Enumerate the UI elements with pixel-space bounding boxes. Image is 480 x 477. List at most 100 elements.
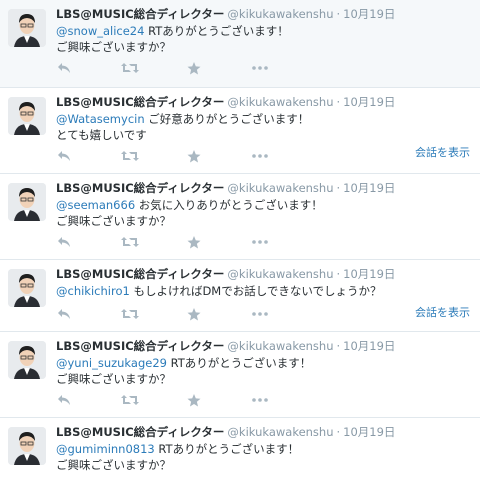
avatar[interactable] bbox=[8, 9, 46, 47]
retweet-icon bbox=[121, 395, 139, 405]
separator: · bbox=[336, 181, 341, 195]
tweet-text: @yuni_suzukage29 RTありがとうございます！ ご興味ございますか… bbox=[56, 356, 311, 387]
more-button[interactable] bbox=[251, 392, 269, 408]
favorite-button[interactable] bbox=[186, 60, 202, 76]
author-handle[interactable]: @kikukawakenshu bbox=[227, 267, 333, 281]
star-icon bbox=[187, 61, 201, 74]
reply-button[interactable] bbox=[56, 306, 72, 322]
reply-icon bbox=[58, 395, 70, 405]
tweet-text-line2: ご興味ございますか？ bbox=[56, 371, 171, 386]
more-icon bbox=[252, 66, 268, 70]
more-icon bbox=[252, 154, 268, 158]
show-conversation-link[interactable]: 会話を表示 bbox=[415, 304, 470, 320]
author-handle[interactable]: @kikukawakenshu bbox=[227, 425, 333, 439]
reply-icon bbox=[58, 63, 70, 73]
tweet-text-line2: とても嬉しいです bbox=[56, 127, 147, 142]
tweet-item[interactable]: LBS@MUSIC総合ディレクター @kikukawakenshu · 10月19日 … bbox=[0, 260, 480, 332]
tweet-item[interactable]: LBS@MUSIC総合ディレクター @kikukawakenshu · 10月19日 … bbox=[0, 174, 480, 260]
tweet-header: LBS@MUSIC総合ディレクター @kikukawakenshu · 10月19日 bbox=[56, 339, 395, 354]
author-name[interactable]: LBS@MUSIC総合ディレクター bbox=[56, 7, 224, 21]
mention-link[interactable]: @yuni_suzukage29 bbox=[56, 356, 167, 370]
tweet-header: LBS@MUSIC総合ディレクター @kikukawakenshu · 10月19日 bbox=[56, 7, 395, 22]
retweet-icon bbox=[121, 151, 139, 161]
avatar[interactable] bbox=[8, 183, 46, 221]
favorite-button[interactable] bbox=[186, 234, 202, 250]
retweet-button[interactable] bbox=[121, 306, 139, 322]
author-handle[interactable]: @kikukawakenshu bbox=[227, 7, 333, 21]
tweet-header: LBS@MUSIC総合ディレクター @kikukawakenshu · 10月19日 bbox=[56, 267, 395, 282]
more-button[interactable] bbox=[251, 306, 269, 322]
author-handle[interactable]: @kikukawakenshu bbox=[227, 95, 333, 109]
tweet-actions bbox=[56, 306, 276, 322]
tweet-text: @snow_alice24 RTありがとうございます！ ご興味ございますか？ bbox=[56, 24, 289, 55]
avatar[interactable] bbox=[8, 97, 46, 135]
separator: · bbox=[336, 7, 341, 21]
separator: · bbox=[336, 95, 341, 109]
show-conversation-link[interactable]: 会話を表示 bbox=[415, 144, 470, 160]
tweet-text: @gumiminn0813 RTありがとうございます！ ご興味ございますか？ bbox=[56, 442, 299, 473]
tweet-text-line1: RTありがとうございます！ bbox=[144, 24, 289, 38]
retweet-button[interactable] bbox=[121, 148, 139, 164]
author-name[interactable]: LBS@MUSIC総合ディレクター bbox=[56, 95, 224, 109]
avatar[interactable] bbox=[8, 269, 46, 307]
tweet-text-line1: お気に入りありがとうございます！ bbox=[135, 198, 323, 212]
reply-button[interactable] bbox=[56, 234, 72, 250]
retweet-button[interactable] bbox=[121, 60, 139, 76]
mention-link[interactable]: @seeman666 bbox=[56, 198, 135, 212]
tweet-text: @Watasemycin ご好意ありがとうございます！ とても嬉しいです bbox=[56, 112, 309, 143]
author-name[interactable]: LBS@MUSIC総合ディレクター bbox=[56, 181, 224, 195]
more-button[interactable] bbox=[251, 234, 269, 250]
retweet-button[interactable] bbox=[121, 234, 139, 250]
reply-button[interactable] bbox=[56, 60, 72, 76]
tweet-item[interactable]: LBS@MUSIC総合ディレクター @kikukawakenshu · 10月19日 … bbox=[0, 332, 480, 418]
author-name[interactable]: LBS@MUSIC総合ディレクター bbox=[56, 425, 224, 439]
tweet-header: LBS@MUSIC総合ディレクター @kikukawakenshu · 10月19日 bbox=[56, 95, 395, 110]
reply-button[interactable] bbox=[56, 392, 72, 408]
tweet-text: @chikichiro1 もしよければDMでお話しできないでしょうか？ bbox=[56, 284, 382, 300]
favorite-button[interactable] bbox=[186, 306, 202, 322]
tweet-date[interactable]: 10月19日 bbox=[343, 425, 395, 439]
mention-link[interactable]: @chikichiro1 bbox=[56, 284, 130, 298]
avatar[interactable] bbox=[8, 341, 46, 379]
tweet-item[interactable]: LBS@MUSIC総合ディレクター @kikukawakenshu · 10月19日 … bbox=[0, 88, 480, 174]
mention-link[interactable]: @Watasemycin bbox=[56, 112, 145, 126]
author-handle[interactable]: @kikukawakenshu bbox=[227, 181, 333, 195]
tweet-date[interactable]: 10月19日 bbox=[343, 339, 395, 353]
avatar[interactable] bbox=[8, 427, 46, 465]
more-button[interactable] bbox=[251, 148, 269, 164]
reply-icon bbox=[58, 151, 70, 161]
tweet-header: LBS@MUSIC総合ディレクター @kikukawakenshu · 10月19日 bbox=[56, 425, 395, 440]
tweet-text-line1: RTありがとうございます！ bbox=[166, 356, 312, 370]
tweet-item[interactable]: LBS@MUSIC総合ディレクター @kikukawakenshu · 10月19日 … bbox=[0, 418, 480, 477]
more-icon bbox=[252, 398, 268, 402]
tweet-actions bbox=[56, 60, 276, 76]
favorite-button[interactable] bbox=[186, 148, 202, 164]
mention-link[interactable]: @snow_alice24 bbox=[56, 24, 144, 38]
tweet-text-line2: ご興味ございますか？ bbox=[56, 213, 171, 228]
retweet-button[interactable] bbox=[121, 392, 139, 408]
separator: · bbox=[336, 339, 341, 353]
tweet-text-line1: もしよければDMでお話しできないでしょうか？ bbox=[129, 284, 382, 298]
tweet-text-line1: ご好意ありがとうございます！ bbox=[144, 112, 310, 126]
tweet-date[interactable]: 10月19日 bbox=[343, 7, 395, 21]
separator: · bbox=[336, 425, 341, 439]
author-name[interactable]: LBS@MUSIC総合ディレクター bbox=[56, 267, 224, 281]
tweet-text-line1: RTありがとうございます！ bbox=[154, 442, 300, 456]
retweet-icon bbox=[121, 237, 139, 247]
tweet-date[interactable]: 10月19日 bbox=[343, 181, 395, 195]
author-name[interactable]: LBS@MUSIC総合ディレクター bbox=[56, 339, 224, 353]
tweet-actions bbox=[56, 148, 276, 164]
star-icon bbox=[187, 149, 201, 162]
tweet-date[interactable]: 10月19日 bbox=[343, 267, 395, 281]
reply-button[interactable] bbox=[56, 148, 72, 164]
tweet-date[interactable]: 10月19日 bbox=[343, 95, 395, 109]
reply-icon bbox=[58, 309, 70, 319]
more-button[interactable] bbox=[251, 60, 269, 76]
author-handle[interactable]: @kikukawakenshu bbox=[227, 339, 333, 353]
mention-link[interactable]: @gumiminn0813 bbox=[56, 442, 155, 456]
tweet-actions bbox=[56, 234, 276, 250]
tweet-item[interactable]: LBS@MUSIC総合ディレクター @kikukawakenshu · 10月19日 … bbox=[0, 0, 480, 88]
tweet-text-line2: ご興味ございますか？ bbox=[56, 39, 171, 54]
favorite-button[interactable] bbox=[186, 392, 202, 408]
star-icon bbox=[187, 393, 201, 406]
